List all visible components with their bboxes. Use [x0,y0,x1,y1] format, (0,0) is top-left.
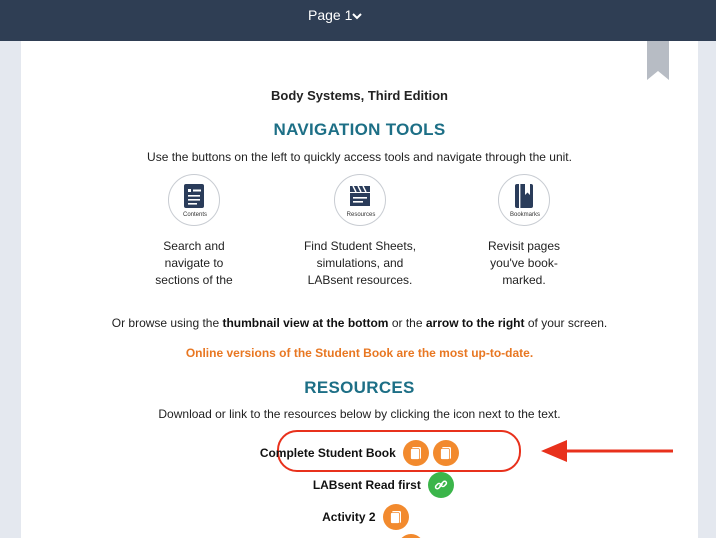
tool-description: Search and navigate to sections of the [129,238,259,289]
document-icon [440,447,452,460]
desc-line: Find Student Sheets, [303,239,417,253]
resources-button[interactable]: Resources [334,174,386,226]
browse-instructions: Or browse using the thumbnail view at th… [21,316,698,330]
browse-bold-text: arrow to the right [425,316,525,330]
top-bar: Page 1 [0,0,716,41]
tool-description: Find Student Sheets, simulations, and LA… [295,238,425,289]
browse-text: or the [388,316,426,330]
document-icon [389,511,401,524]
download-document-button[interactable] [403,440,430,466]
open-link-button[interactable] [428,472,455,498]
link-icon [434,480,448,490]
tool-contents: Contents Search and navigate to sections… [129,174,259,289]
download-document-button[interactable] [433,440,460,466]
resource-row: Activity 2 [27,504,698,530]
browse-text: of your screen. [524,316,608,330]
tool-description: Revisit pages you've book- marked. [459,238,589,289]
resources-caption: Resources [346,212,376,218]
online-version-note: Online versions of the Student Book are … [185,346,534,360]
resource-label: Complete Student Book [259,446,396,460]
bookmark-ribbon-icon[interactable] [647,41,669,80]
page-selector[interactable]: Page 1 [308,7,363,23]
tool-bookmarks: Bookmarks Revisit pages you've book- mar… [459,174,589,289]
page-sheet: Body Systems, Third Edition NAVIGATION T… [21,41,698,538]
desc-line: you've book- [490,256,558,270]
desc-line: simulations, and [316,256,404,270]
chevron-down-icon [352,13,363,20]
resource-label: LABsent Read first [312,478,421,492]
desc-line: sections of the [155,273,233,287]
resources-intro: Download or link to the resources below … [158,407,561,421]
page-label: Page 1 [308,7,353,23]
browse-text: Or browse using the [111,316,223,330]
browse-bold-text: thumbnail view at the bottom [222,316,389,330]
resources-heading: RESOURCES [304,378,415,397]
bookmarks-icon [515,184,533,208]
resource-row: Complete Student Book [21,440,698,466]
bookmarks-caption: Bookmarks [509,212,540,218]
navigation-intro: Use the buttons on the left to quickly a… [147,150,572,164]
book-title: Body Systems, Third Edition [271,88,448,103]
contents-icon [184,184,204,208]
desc-line: Revisit pages [487,239,561,253]
contents-caption: Contents [182,212,207,218]
download-document-button[interactable] [382,504,409,530]
desc-line: marked. [502,273,546,287]
partially-visible-icon[interactable] [398,534,424,538]
resource-row: LABsent Read first [45,472,698,498]
desc-line: Search and [163,239,225,253]
desc-line: LABsent resources. [307,273,413,287]
contents-button[interactable]: Contents [168,174,220,226]
resource-label: Activity 2 [322,510,376,524]
desc-line: navigate to [164,256,224,270]
navigation-tools-heading: NAVIGATION TOOLS [273,120,446,139]
tool-resources: Resources Find Student Sheets, simulatio… [295,174,425,289]
bookmarks-button[interactable]: Bookmarks [498,174,550,226]
document-icon [410,447,422,460]
resources-icon [350,185,370,206]
